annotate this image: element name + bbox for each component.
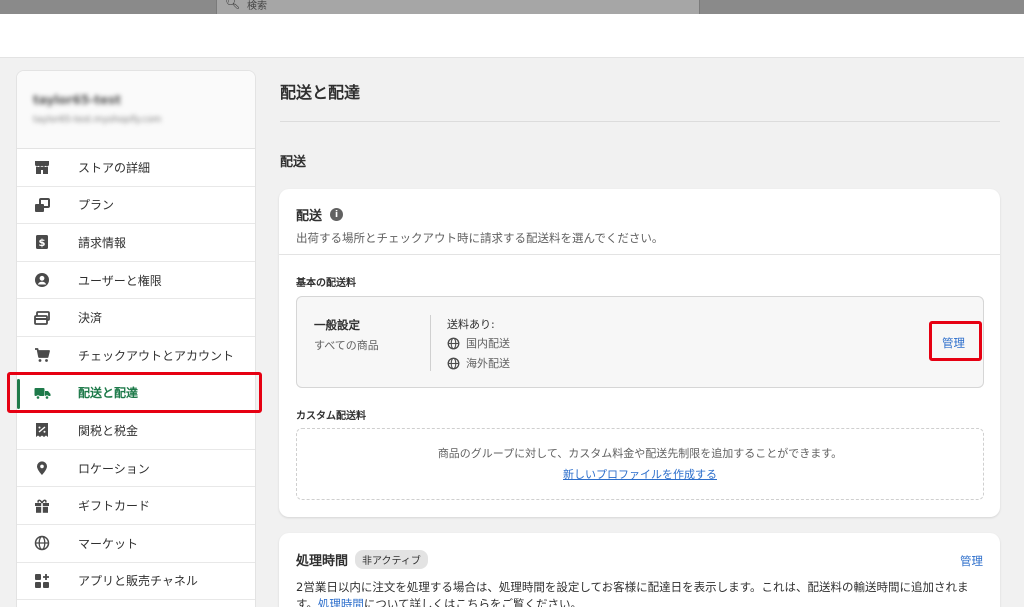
store-url: taylor65-test.myshopify.com (33, 115, 162, 125)
sidebar-item-label: プラン (78, 198, 115, 213)
custom-rates-text: 商品のグループに対して、カスタム料金や配送先制限を追加することができます。 (437, 447, 843, 460)
sidebar-item-locations[interactable]: ロケーション (17, 450, 255, 488)
settings-sidebar: taylor65-test taylor65-test.myshopify.co… (16, 70, 256, 607)
create-profile-link[interactable]: 新しいプロファイルを作成する (297, 466, 983, 482)
sidebar-item-label: ユーザーと権限 (78, 273, 162, 288)
sidebar-item-label: アプリと販売チャネル (78, 574, 198, 589)
apps-icon (33, 572, 51, 590)
sidebar-item-gift-cards[interactable]: ギフトカード (17, 487, 255, 525)
processing-title: 処理時間 (296, 554, 349, 569)
sidebar-item-store-details[interactable]: ストアの詳細 (17, 149, 255, 187)
shipping-card-title: 配送 (296, 209, 323, 224)
store-name: taylor65-test (33, 93, 121, 107)
user-icon (33, 271, 51, 289)
search-icon: 🔍︎ (225, 0, 241, 10)
header-bar (0, 14, 1024, 58)
processing-time-link[interactable]: 処理時間 (318, 597, 364, 607)
sidebar-item-users[interactable]: ユーザーと権限 (17, 262, 255, 300)
top-bar: 🔍︎ 検索 (0, 0, 1024, 14)
sidebar-item-plan[interactable]: プラン (17, 187, 255, 225)
svg-text:$: $ (39, 238, 46, 249)
payment-icon (33, 309, 51, 327)
info-icon[interactable]: i (330, 208, 344, 221)
sidebar-item-taxes[interactable]: 関税と税金 (17, 412, 255, 450)
custom-rates-box: 商品のグループに対して、カスタム料金や配送先制限を追加することができます。 新し… (296, 428, 984, 500)
search-placeholder: 検索 (247, 1, 267, 12)
general-profile-title: 一般設定 (314, 318, 360, 332)
sidebar-item-label: ロケーション (78, 461, 150, 476)
status-badge: 非アクティブ (355, 550, 428, 569)
section-title: 配送 (280, 155, 307, 170)
processing-description: 2営業日以内に注文を処理する場合は、処理時間を設定してお客様に配達日を表示します… (296, 579, 983, 607)
sidebar-item-label: 関税と税金 (78, 423, 139, 438)
search-input[interactable]: 🔍︎ 検索 (216, 0, 700, 14)
globe-icon (447, 337, 460, 350)
processing-time-card: 処理時間 非アクティブ 管理 2営業日以内に注文を処理する場合は、処理時間を設定… (279, 533, 1000, 607)
page-title: 配送と配達 (280, 83, 361, 102)
sidebar-item-markets[interactable]: マーケット (17, 525, 255, 563)
custom-rates-label: カスタム配送料 (296, 411, 366, 422)
general-profile-box: 一般設定 すべての商品 送料あり: 国内配送 海外配送 管理 (296, 296, 984, 388)
vertical-divider (430, 315, 431, 371)
sidebar-item-billing[interactable]: $ 請求情報 (17, 224, 255, 262)
sidebar-item-apps[interactable]: アプリと販売チャネル (17, 563, 255, 601)
zone-label: 海外配送 (466, 357, 510, 370)
highlight-manage-link (929, 321, 982, 361)
tax-icon (33, 421, 51, 439)
store-icon (33, 158, 51, 176)
billing-icon: $ (33, 233, 51, 251)
location-icon (33, 459, 51, 477)
processing-desc-text-2: について詳しくはこちらをご覧ください。 (363, 597, 583, 607)
zone-label: 国内配送 (466, 337, 510, 350)
zone-international: 海外配送 (447, 355, 510, 371)
sidebar-item-label: マーケット (78, 536, 139, 551)
globe-icon (33, 534, 51, 552)
sidebar-item-label: チェックアウトとアカウント (78, 348, 235, 363)
plan-icon (33, 196, 51, 214)
zone-domestic: 国内配送 (447, 335, 510, 351)
base-rates-label: 基本の配送料 (296, 278, 356, 289)
sidebar-item-label: ギフトカード (78, 499, 151, 514)
gift-icon (33, 497, 51, 515)
highlight-shipping-nav (7, 372, 262, 413)
sidebar-item-checkout[interactable]: チェックアウトとアカウント (17, 337, 255, 375)
title-divider (280, 121, 1000, 122)
general-profile-subtitle: すべての商品 (314, 339, 379, 352)
cart-icon (33, 346, 51, 364)
manage-processing-link[interactable]: 管理 (960, 553, 983, 569)
globe-icon (447, 357, 460, 370)
sidebar-item-payments[interactable]: 決済 (17, 299, 255, 337)
rates-title: 送料あり: (447, 318, 495, 331)
sidebar-item-label: 決済 (78, 311, 103, 326)
shipping-card-description: 出荷する場所とチェックアウト時に請求する配送料を選んでください。 (296, 231, 664, 245)
shipping-card: 配送 i 出荷する場所とチェックアウト時に請求する配送料を選んでください。 基本… (279, 189, 1000, 517)
sidebar-item-label: 請求情報 (78, 235, 127, 250)
store-header[interactable]: taylor65-test taylor65-test.myshopify.co… (17, 71, 255, 149)
sidebar-item-label: ストアの詳細 (78, 160, 151, 175)
